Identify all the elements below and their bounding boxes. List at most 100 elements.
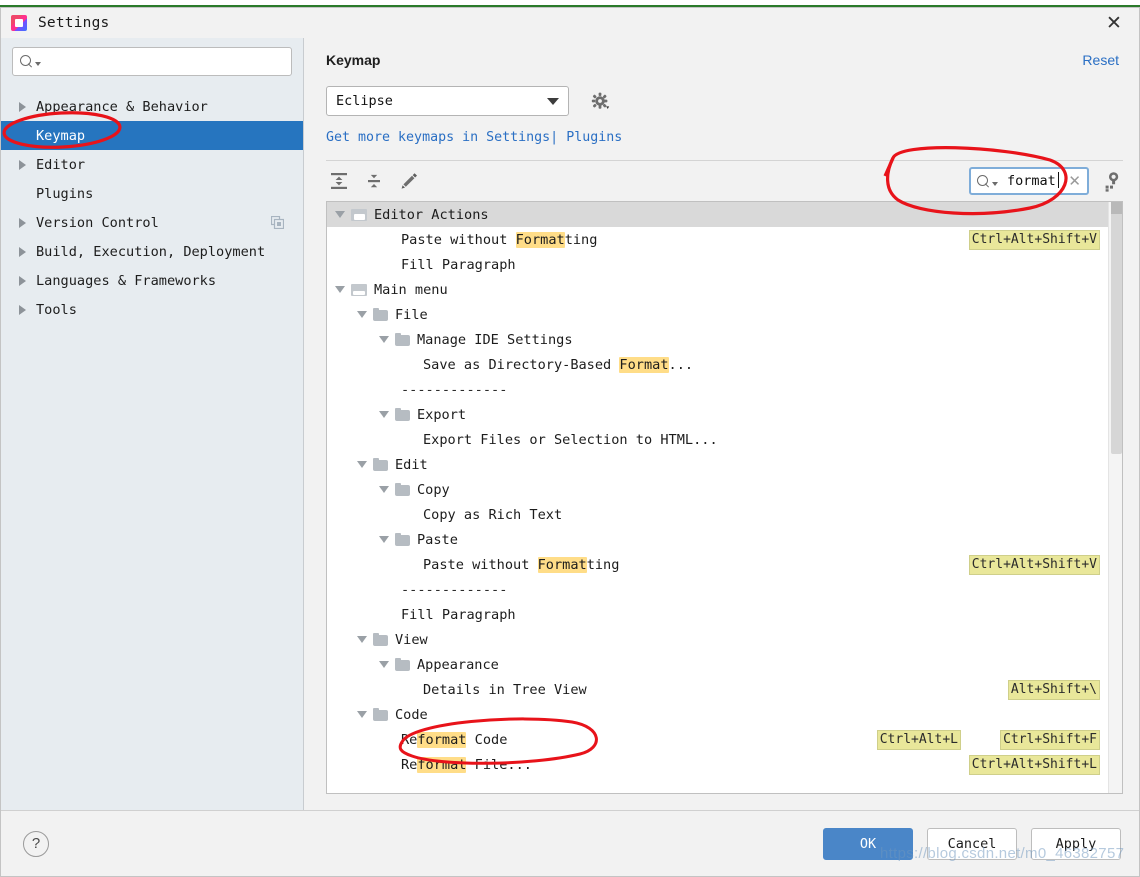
chevron-down-icon[interactable]: [379, 486, 389, 493]
tree-row-label: Code: [395, 706, 428, 723]
tree-row[interactable]: Copy as Rich Text: [327, 502, 1108, 527]
tree-row[interactable]: Edit: [327, 452, 1108, 477]
tree-row[interactable]: File: [327, 302, 1108, 327]
tree-row-label: Copy as Rich Text: [423, 506, 563, 523]
folder-icon: [395, 408, 410, 421]
search-input-value: format: [1007, 172, 1059, 189]
tree-row[interactable]: Paste: [327, 527, 1108, 552]
folder-icon: [373, 308, 388, 321]
tree-row-label: Export Files or Selection to HTML...: [423, 431, 718, 448]
sidebar-item-editor[interactable]: Editor: [1, 150, 303, 179]
tree-row-label: Fill Paragraph: [401, 256, 516, 273]
sidebar-item-plugins[interactable]: Plugins: [1, 179, 303, 208]
expand-all-icon[interactable]: [326, 168, 352, 194]
tree-row-label: Export: [417, 406, 467, 423]
reset-link[interactable]: Reset: [1082, 52, 1119, 68]
sidebar-item-languages-frameworks[interactable]: Languages & Frameworks: [1, 266, 303, 295]
chevron-down-icon: [547, 97, 559, 105]
get-more-keymaps-row: Get more keymaps in Settings| Plugins: [326, 130, 1123, 145]
pencil-edit-icon[interactable]: [396, 168, 422, 194]
shortcut-badge: Ctrl+Shift+F: [1000, 730, 1100, 750]
chevron-down-icon[interactable]: [379, 411, 389, 418]
tree-row-label: Paste without Formatting: [423, 556, 620, 573]
settings-dialog: Settings ✕ Appearance & Behavior Keymap Ed…: [0, 7, 1140, 877]
close-icon[interactable]: ✕: [1097, 11, 1131, 35]
search-icon: [20, 55, 33, 68]
tree-row[interactable]: Paste without Formatting Ctrl+Alt+Shift+V: [327, 227, 1108, 252]
chevron-down-icon[interactable]: [357, 461, 367, 468]
search-match-highlight: format: [417, 756, 467, 773]
gear-icon[interactable]: [589, 90, 611, 112]
tree-scrollbar[interactable]: [1108, 202, 1122, 793]
keymap-tree-rows: Editor Actions Paste without Formatting Ct…: [327, 202, 1108, 793]
tree-row[interactable]: Editor Actions: [327, 202, 1108, 227]
folder-icon: [395, 533, 410, 546]
tree-row[interactable]: View: [327, 627, 1108, 652]
tree-row-label: Main menu: [374, 281, 448, 298]
editor-actions-icon: [351, 208, 367, 222]
tree-row[interactable]: Reformat File... Ctrl+Alt+Shift+L: [327, 752, 1108, 777]
tree-row[interactable]: Manage IDE Settings: [327, 327, 1108, 352]
tree-row[interactable]: Reformat Code Ctrl+Shift+F Ctrl+Alt+L: [327, 727, 1108, 752]
sidebar-item-keymap[interactable]: Keymap: [1, 121, 303, 150]
chevron-down-icon[interactable]: [357, 311, 367, 318]
tree-row[interactable]: Main menu: [327, 277, 1108, 302]
clear-search-icon[interactable]: ✕: [1066, 172, 1083, 190]
tree-row[interactable]: Code: [327, 702, 1108, 727]
search-input[interactable]: format ✕: [969, 167, 1089, 195]
keymap-tree-panel[interactable]: Editor Actions Paste without Formatting Ct…: [326, 201, 1123, 794]
tree-toolbar: format ✕: [326, 161, 1123, 201]
chevron-down-icon[interactable]: [335, 286, 345, 293]
filter-by-shortcut-icon[interactable]: [1103, 170, 1123, 192]
dialog-footer: ? OK Cancel Apply: [1, 810, 1139, 876]
chevron-down-icon: [35, 62, 41, 66]
tree-row[interactable]: Export: [327, 402, 1108, 427]
folder-icon: [395, 483, 410, 496]
sidebar-item-appearance-behavior[interactable]: Appearance & Behavior: [1, 92, 303, 121]
tree-scrollbar-thumb[interactable]: [1111, 202, 1122, 454]
search-icon: [977, 174, 990, 188]
tree-row[interactable]: Export Files or Selection to HTML...: [327, 427, 1108, 452]
chevron-down-icon[interactable]: [379, 336, 389, 343]
chevron-down-icon[interactable]: [379, 536, 389, 543]
sidebar-item-tools[interactable]: Tools: [1, 295, 303, 324]
tree-row[interactable]: Fill Paragraph: [327, 602, 1108, 627]
chevron-right-icon: [19, 159, 26, 170]
chevron-down-icon[interactable]: [357, 711, 367, 718]
sidebar-item-build-execution-deployment[interactable]: Build, Execution, Deployment: [1, 237, 303, 266]
link-separator: |: [550, 130, 559, 145]
folder-icon: [373, 633, 388, 646]
keymap-dropdown[interactable]: Eclipse: [326, 86, 569, 116]
tree-separator: -------------: [401, 581, 508, 598]
keymap-dropdown-value: Eclipse: [336, 93, 393, 109]
tree-row[interactable]: Save as Directory-Based Format...: [327, 352, 1108, 377]
search-match-highlight: Format: [619, 356, 669, 373]
sidebar-item-version-control[interactable]: Version Control: [1, 208, 303, 237]
keymap-content-panel: Keymap Reset Eclipse Get more keymaps in…: [304, 38, 1139, 810]
plugins-link[interactable]: Plugins: [566, 130, 622, 145]
chevron-down-icon[interactable]: [357, 636, 367, 643]
tree-row[interactable]: Copy: [327, 477, 1108, 502]
tree-row-label: Edit: [395, 456, 428, 473]
tree-separator: -------------: [401, 381, 508, 398]
dialog-title: Settings: [38, 15, 110, 31]
tree-row-label: Paste without Formatting: [401, 231, 598, 248]
sidebar-search-input[interactable]: [12, 47, 292, 76]
collapse-all-icon[interactable]: [361, 168, 387, 194]
tree-row[interactable]: Appearance: [327, 652, 1108, 677]
copy-icon: [270, 215, 285, 230]
tree-search-area: format ✕: [969, 167, 1123, 195]
tree-row[interactable]: Details in Tree View Alt+Shift+\: [327, 677, 1108, 702]
get-more-keymaps-link[interactable]: Get more keymaps in Settings: [326, 130, 550, 145]
tree-row[interactable]: Fill Paragraph: [327, 252, 1108, 277]
chevron-down-icon[interactable]: [379, 661, 389, 668]
dialog-title-bar: Settings ✕: [1, 8, 1139, 38]
tree-row[interactable]: -------------: [327, 377, 1108, 402]
help-button[interactable]: ?: [23, 830, 49, 857]
search-match-highlight: Format: [537, 556, 587, 573]
chevron-down-icon[interactable]: [335, 211, 345, 218]
page-title: Keymap: [326, 52, 381, 68]
tree-row[interactable]: Paste without Formatting Ctrl+Alt+Shift+V: [327, 552, 1108, 577]
tree-row-label: Paste: [417, 531, 458, 548]
tree-row[interactable]: -------------: [327, 577, 1108, 602]
